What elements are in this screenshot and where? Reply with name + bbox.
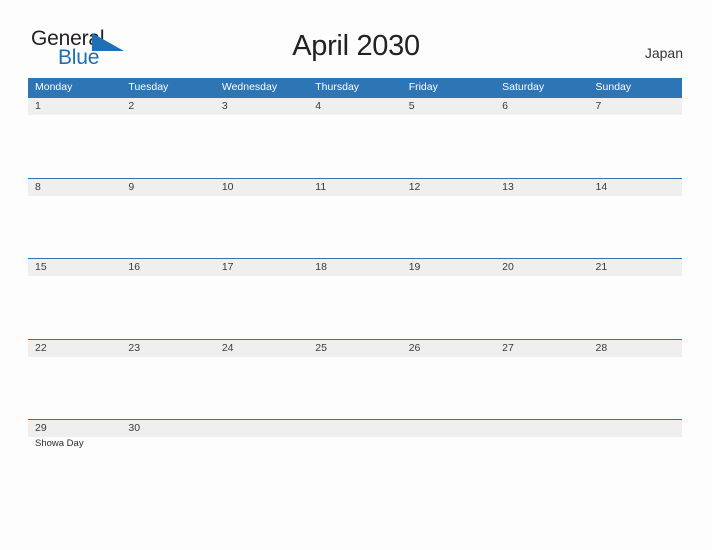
weekday-header-friday: Friday xyxy=(408,81,438,93)
day-cell[interactable]: 28 xyxy=(589,340,682,419)
day-cell[interactable]: 27 xyxy=(495,340,588,419)
day-number: 19 xyxy=(408,261,421,273)
day-number: 28 xyxy=(595,341,608,354)
day-number: 11 xyxy=(315,180,327,193)
day-cell-empty xyxy=(495,420,588,499)
day-number: 29 xyxy=(35,422,47,434)
day-cell[interactable]: 6 xyxy=(495,98,588,177)
day-number: 25 xyxy=(315,341,327,354)
day-cell[interactable]: 26 xyxy=(402,340,495,419)
day-number: 6 xyxy=(502,100,508,112)
day-number: 3 xyxy=(221,100,228,112)
day-cell[interactable]: 12 xyxy=(402,179,495,258)
day-cell[interactable]: 29 Showa Day xyxy=(28,420,121,499)
day-cell[interactable]: 30 xyxy=(121,420,214,499)
day-number: 20 xyxy=(502,261,514,273)
day-cell[interactable]: 15 xyxy=(28,259,121,338)
day-cell[interactable]: 10 xyxy=(215,179,308,258)
day-number: 27 xyxy=(502,341,514,354)
page-header: General Blue April 2030 Japan xyxy=(0,0,712,78)
day-number: 8 xyxy=(35,180,41,193)
day-number: 15 xyxy=(35,261,47,273)
day-number: 10 xyxy=(221,180,234,193)
calendar-week-row: 15 16 17 18 19 20 21 xyxy=(28,258,682,339)
day-cell[interactable]: 13 xyxy=(495,179,588,258)
day-cell[interactable]: 17 xyxy=(215,259,308,338)
day-number: 30 xyxy=(128,422,141,434)
calendar-week-row: 22 23 24 25 26 27 28 xyxy=(28,338,682,420)
day-cell-empty xyxy=(308,420,401,499)
day-number: 7 xyxy=(595,100,602,112)
day-number: 21 xyxy=(595,261,608,273)
weekday-header-tuesday: Tuesday xyxy=(128,81,169,93)
day-cell-empty xyxy=(215,420,308,499)
day-cell[interactable]: 14 xyxy=(589,179,682,258)
page-title: April 2030 xyxy=(292,30,420,62)
day-cell[interactable]: 21 xyxy=(589,259,682,338)
day-cell[interactable]: 19 xyxy=(402,259,495,338)
country-label: Japan xyxy=(644,45,683,61)
day-cell[interactable]: 1 xyxy=(28,98,121,177)
calendar-week-row: 8 9 10 11 12 13 14 xyxy=(28,177,682,259)
day-number: 22 xyxy=(35,341,47,354)
weekday-header-row: Monday Tuesday Wednesday Thursday Friday… xyxy=(28,78,682,97)
day-event: Showa Day xyxy=(35,438,84,449)
day-number: 12 xyxy=(408,180,421,193)
day-cell[interactable]: 25 xyxy=(308,340,401,419)
weekday-header-saturday: Saturday xyxy=(502,81,545,93)
day-cell[interactable]: 7 xyxy=(589,98,682,177)
day-number: 17 xyxy=(221,261,234,273)
day-cell[interactable]: 24 xyxy=(215,340,308,419)
day-number: 9 xyxy=(128,180,135,193)
day-cell[interactable]: 2 xyxy=(121,98,214,177)
day-number: 16 xyxy=(128,261,141,273)
day-cell[interactable]: 11 xyxy=(308,179,401,258)
day-number: 24 xyxy=(221,341,234,354)
calendar-week-row: 1 2 3 4 5 6 7 xyxy=(28,97,682,178)
weekday-header-thursday: Thursday xyxy=(315,81,360,93)
day-number: 26 xyxy=(408,341,421,354)
weekday-header-sunday: Sunday xyxy=(595,81,632,93)
day-number: 1 xyxy=(35,100,41,112)
day-cell[interactable]: 3 xyxy=(215,98,308,177)
calendar-week-row: 29 Showa Day 30 xyxy=(28,419,682,500)
weekday-header-monday: Monday xyxy=(35,81,73,93)
day-number: 5 xyxy=(408,100,415,112)
day-cell[interactable]: 18 xyxy=(308,259,401,338)
day-cell[interactable]: 8 xyxy=(28,179,121,258)
day-cell[interactable]: 16 xyxy=(121,259,214,338)
weekday-header-wednesday: Wednesday xyxy=(221,81,278,93)
day-number: 13 xyxy=(502,180,514,193)
day-number: 4 xyxy=(315,100,322,112)
day-cell[interactable]: 22 xyxy=(28,340,121,419)
calendar-grid: Monday Tuesday Wednesday Thursday Friday… xyxy=(28,78,682,500)
day-cell[interactable]: 5 xyxy=(402,98,495,177)
day-number: 2 xyxy=(128,100,135,112)
day-cell-empty xyxy=(402,420,495,499)
day-cell[interactable]: 20 xyxy=(495,259,588,338)
day-cell[interactable]: 4 xyxy=(308,98,401,177)
day-number: 14 xyxy=(595,180,608,193)
day-cell-empty xyxy=(589,420,682,499)
day-number: 18 xyxy=(315,261,327,273)
day-cell[interactable]: 23 xyxy=(121,340,214,419)
day-cell[interactable]: 9 xyxy=(121,179,214,258)
day-number: 23 xyxy=(128,341,141,354)
